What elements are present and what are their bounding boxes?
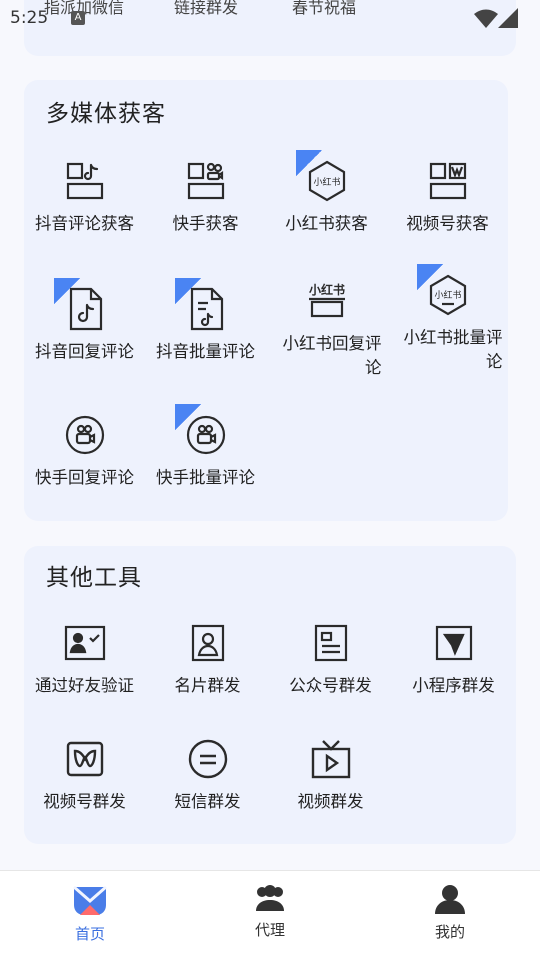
- tools-section-card: 其他工具 通过好友验证 名片群发 公众号群发 小程序群发 视频号群发 短信群发 …: [24, 546, 516, 844]
- clock: 5:25: [10, 8, 49, 28]
- tile-douyin-comment[interactable]: 抖音评论获客: [24, 156, 145, 236]
- tile-label: 公众号群发: [289, 676, 372, 695]
- tile-channels-broadcast[interactable]: 视频号群发: [24, 734, 145, 814]
- tile-sms[interactable]: 短信群发: [147, 734, 268, 814]
- home-icon: [73, 885, 107, 915]
- multimedia-section-card: 多媒体获客 抖音评论获客 快手获客 小红书 小红书获客 视频号获客 抖音回复评论…: [24, 80, 508, 521]
- official-account-icon: [306, 618, 356, 668]
- tab-mine[interactable]: 我的: [395, 883, 505, 942]
- tile-official-account[interactable]: 公众号群发: [270, 618, 391, 698]
- user-icon: [435, 885, 465, 914]
- signal-wifi-icon: [474, 8, 518, 28]
- sms-icon: [183, 734, 233, 784]
- xiaohongshu-doc-icon: 小红书: [302, 276, 352, 326]
- tile-mini-program[interactable]: 小程序群发: [393, 618, 514, 698]
- douyin-grid-icon: [60, 156, 110, 206]
- corner-ribbon: [53, 278, 80, 304]
- tile-kuaishou[interactable]: 快手获客: [145, 156, 266, 236]
- tile-kuaishou-batch[interactable]: 快手批量评论: [145, 404, 266, 490]
- corner-ribbon: [295, 150, 322, 176]
- tile-label: 快手获客: [172, 214, 239, 233]
- tile-verify-friend[interactable]: 通过好友验证: [24, 618, 145, 698]
- tab-home[interactable]: 首页: [35, 883, 145, 944]
- tab-label: 我的: [434, 923, 465, 941]
- tile-douyin-batch[interactable]: 抖音批量评论: [145, 278, 266, 364]
- tile-label: 通过好友验证: [35, 676, 134, 695]
- tile-label: 快手批量评论: [156, 468, 255, 487]
- tile-xiaohongshu-reply[interactable]: 小红书 小红书回复评论: [266, 276, 387, 380]
- svg-text:小红书: 小红书: [308, 282, 344, 297]
- tile-label: 抖音评论获客: [35, 214, 134, 233]
- tile-channels[interactable]: 视频号获客: [387, 156, 508, 236]
- status-bar: 5:25 A: [0, 0, 540, 38]
- xiaohongshu-badge-icon: 小红书: [295, 150, 352, 206]
- tile-xiaohongshu[interactable]: 小红书 小红书获客: [266, 150, 387, 236]
- notification-a-icon: A: [71, 11, 85, 25]
- tile-label: 小程序群发: [412, 676, 495, 695]
- bottom-tab-bar: 首页 代理 我的: [0, 870, 540, 961]
- tile-label: 小红书回复评论: [282, 334, 382, 377]
- tile-label: 抖音回复评论: [35, 342, 134, 361]
- tile-label: 小红书获客: [285, 214, 368, 233]
- tab-agent[interactable]: 代理: [215, 883, 325, 940]
- tile-contact-card[interactable]: 名片群发: [147, 618, 268, 698]
- corner-ribbon: [416, 264, 443, 290]
- tile-label: 小红书批量评论: [403, 328, 503, 371]
- corner-ribbon: [174, 404, 201, 430]
- kuaishou-circle-icon: [174, 404, 231, 460]
- channels-grid-icon: [423, 156, 473, 206]
- tile-douyin-reply[interactable]: 抖音回复评论: [24, 278, 145, 364]
- xiaohongshu-badge-icon: 小红书: [416, 264, 473, 320]
- tile-label: 视频号群发: [43, 792, 126, 811]
- mini-program-icon: [429, 618, 479, 668]
- tile-label: 视频号获客: [406, 214, 489, 233]
- video-icon: [306, 734, 356, 784]
- tile-label: 抖音批量评论: [156, 342, 255, 361]
- kuaishou-circle-icon: [60, 410, 110, 460]
- douyin-doc-icon: [53, 278, 110, 334]
- group-icon: [256, 885, 284, 911]
- tab-label: 首页: [74, 925, 105, 943]
- svg-text:小红书: 小红书: [313, 176, 340, 187]
- tile-video[interactable]: 视频群发: [270, 734, 391, 814]
- tile-label: 名片群发: [174, 676, 241, 695]
- kuaishou-grid-icon: [181, 156, 231, 206]
- douyin-batch-doc-icon: [174, 278, 231, 334]
- channels-icon: [60, 734, 110, 784]
- home-scroll-area[interactable]: 指派加微信 链接群发 春节祝福 多媒体获客 抖音评论获客 快手获客 小红书 小红…: [0, 0, 540, 870]
- tile-kuaishou-reply[interactable]: 快手回复评论: [24, 410, 145, 490]
- tile-label: 短信群发: [174, 792, 241, 811]
- svg-text:小红书: 小红书: [434, 289, 461, 300]
- tab-label: 代理: [254, 921, 285, 939]
- contact-card-icon: [183, 618, 233, 668]
- section-title: 多媒体获客: [46, 101, 166, 127]
- verify-friend-icon: [60, 618, 110, 668]
- tile-label: 视频群发: [297, 792, 364, 811]
- tile-label: 快手回复评论: [35, 468, 134, 487]
- corner-ribbon: [174, 278, 201, 304]
- tile-xiaohongshu-batch[interactable]: 小红书 小红书批量评论: [387, 264, 508, 374]
- section-title: 其他工具: [46, 565, 142, 591]
